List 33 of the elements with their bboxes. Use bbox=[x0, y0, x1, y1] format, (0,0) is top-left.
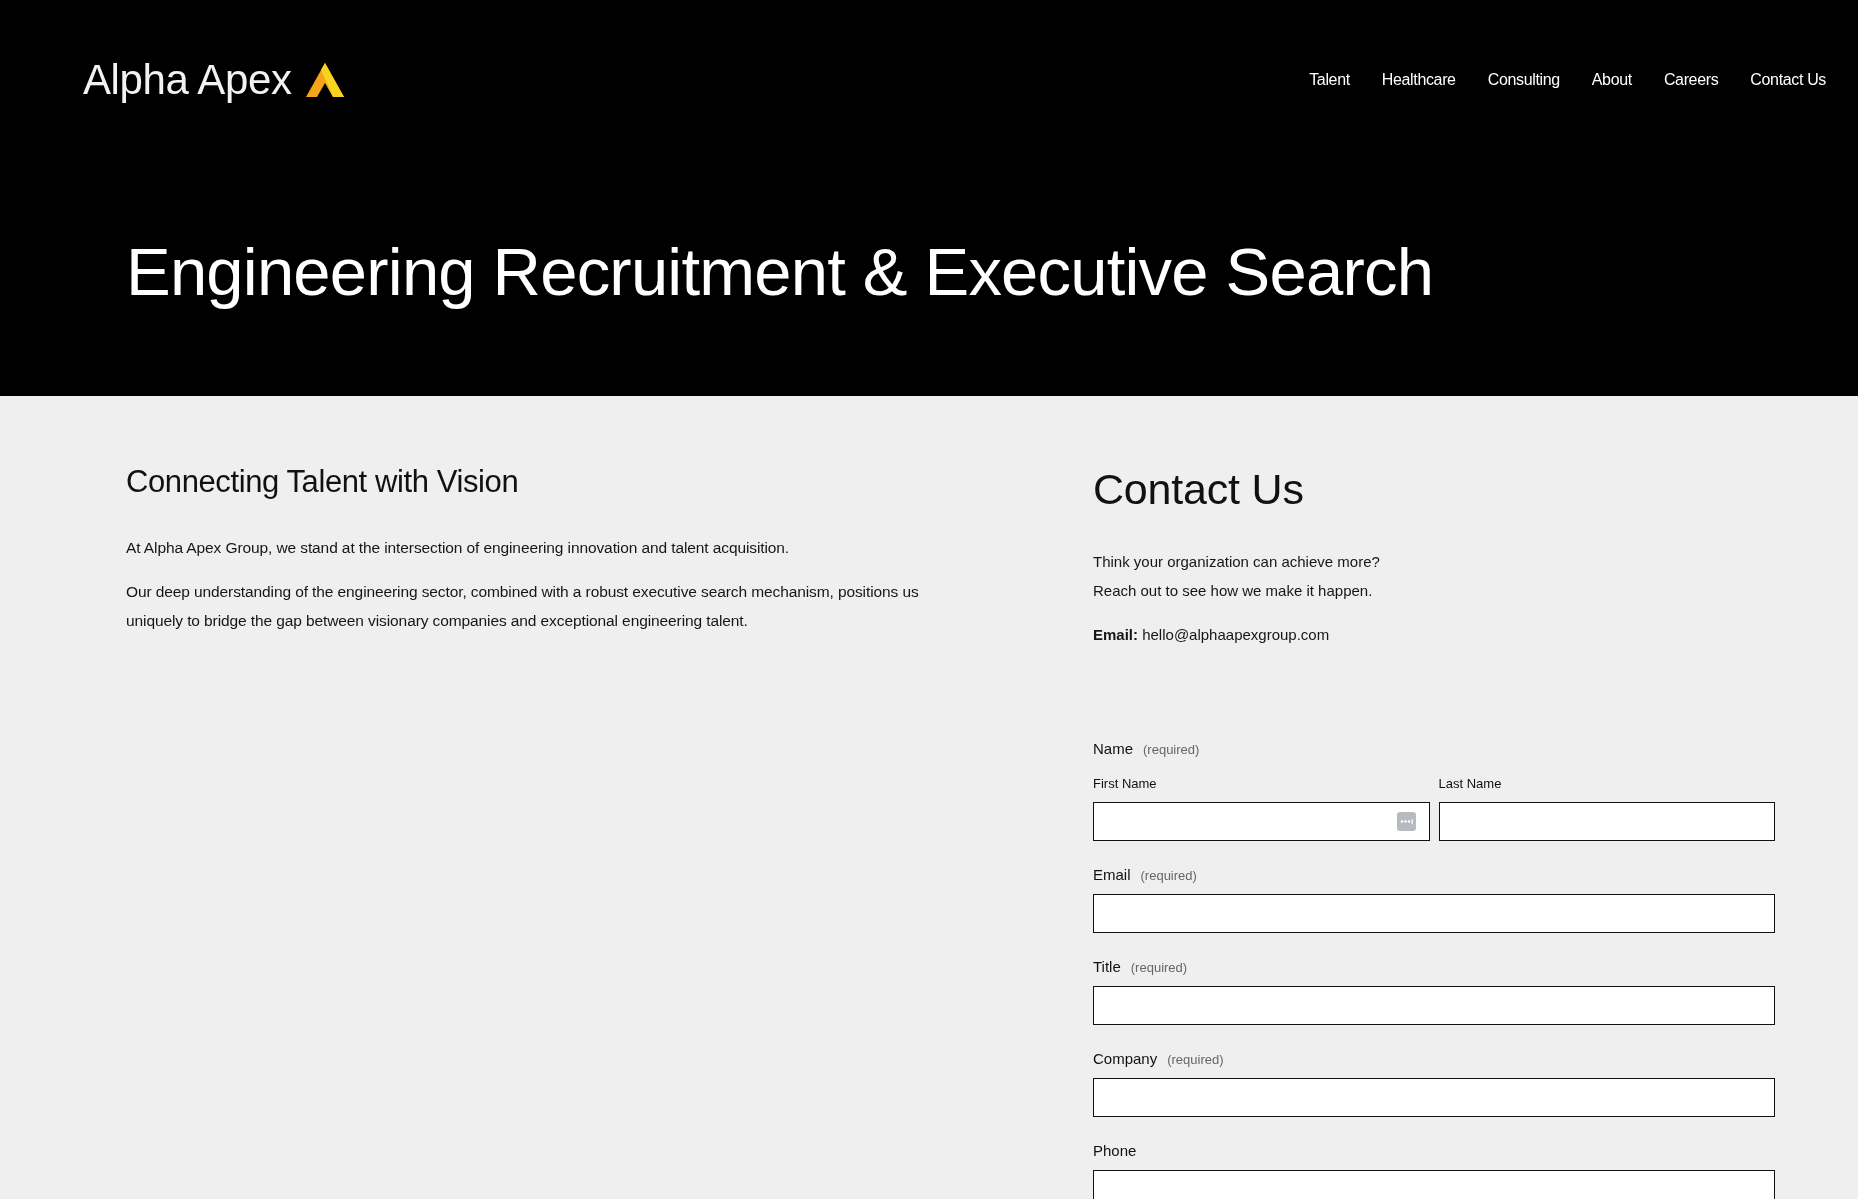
field-label: Email bbox=[1093, 865, 1131, 885]
section-heading: Connecting Talent with Vision bbox=[126, 463, 520, 501]
field-label: Last Name bbox=[1438, 776, 1503, 792]
field-label: Company bbox=[1093, 1049, 1158, 1069]
email-line: Email: hello@alphaapexgroup.com bbox=[1093, 625, 1331, 645]
field-label: Title bbox=[1093, 957, 1121, 977]
input-field[interactable] bbox=[1438, 802, 1775, 841]
field-label: Name bbox=[1093, 739, 1133, 759]
body-paragraph: At Alpha Apex Group, we stand at the intersection of engineering innovation and talent acquisition. bbox=[126, 538, 791, 558]
input-field[interactable] bbox=[1093, 1170, 1775, 1199]
field-label: Phone bbox=[1093, 1141, 1137, 1161]
nav-link[interactable]: Talent bbox=[1309, 70, 1350, 90]
nav-link[interactable]: Healthcare bbox=[1381, 70, 1456, 90]
required-note: (required) bbox=[1140, 867, 1197, 885]
logo-link[interactable]: Alpha Apex bbox=[83, 59, 344, 101]
hero-title: Engineering Recruitment & Executive Search bbox=[126, 233, 1434, 311]
contact-text: Think your organization can achieve more? bbox=[1093, 552, 1381, 572]
contact-text: Reach out to see how we make it happen. bbox=[1093, 581, 1374, 601]
input-field[interactable] bbox=[1093, 986, 1775, 1025]
nav-link[interactable]: Careers bbox=[1663, 70, 1719, 90]
field-label: First Name bbox=[1093, 776, 1158, 792]
required-note: (required) bbox=[1143, 741, 1200, 759]
required-note: (required) bbox=[1167, 1051, 1224, 1069]
input-field[interactable] bbox=[1093, 894, 1775, 933]
input-field[interactable] bbox=[1093, 1078, 1775, 1117]
nav-link[interactable]: About bbox=[1591, 70, 1632, 90]
body-paragraph: Our deep understanding of the engineering sector, combined with a robust executive search mechanism, positions us uniquely to bridge the gap between visionary companies and exceptional engineering talent. bbox=[126, 582, 920, 631]
contact-heading: Contact Us bbox=[1093, 464, 1305, 515]
required-note: (required) bbox=[1130, 959, 1188, 977]
nav-link[interactable]: Contact Us bbox=[1750, 70, 1826, 90]
nav-link[interactable]: Consulting bbox=[1487, 70, 1560, 90]
triangle-logo-icon bbox=[305, 63, 344, 97]
input-field[interactable] bbox=[1093, 802, 1430, 841]
